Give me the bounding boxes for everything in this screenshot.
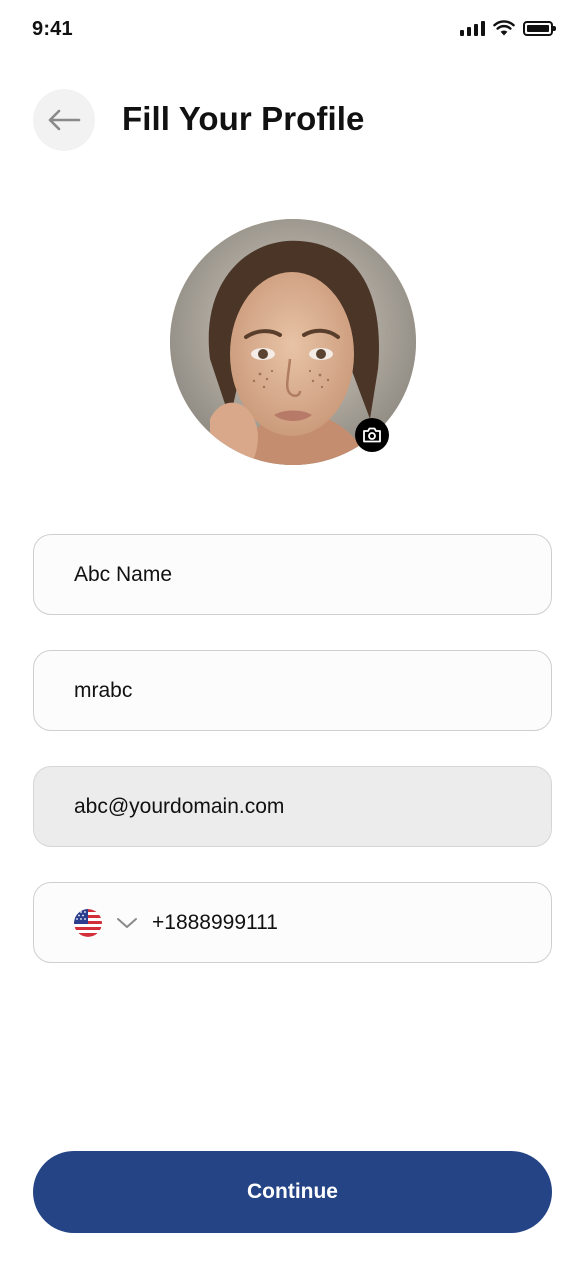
username-value: mrabc: [74, 678, 133, 702]
wifi-icon: [493, 20, 515, 36]
back-button[interactable]: [33, 89, 95, 151]
username-field[interactable]: mrabc: [33, 650, 552, 731]
arrow-left-icon: [48, 109, 81, 131]
battery-icon: [523, 20, 556, 36]
camera-icon: [363, 427, 381, 443]
us-flag-icon[interactable]: [74, 908, 102, 937]
continue-label: Continue: [247, 1180, 338, 1203]
signal-icon: [460, 20, 485, 36]
full-name-field[interactable]: Abc Name: [33, 534, 552, 615]
continue-button[interactable]: Continue: [33, 1151, 552, 1233]
phone-value: +1888999111: [152, 910, 278, 934]
status-bar: 9:41: [0, 0, 585, 60]
full-name-value: Abc Name: [74, 562, 173, 586]
page-title: Fill Your Profile: [122, 100, 365, 137]
change-photo-button[interactable]: [355, 418, 389, 452]
status-icons: [460, 20, 556, 36]
phone-field[interactable]: +1888999111: [33, 882, 552, 963]
email-value: abc@yourdomain.com: [74, 794, 285, 818]
chevron-down-icon[interactable]: [116, 916, 138, 930]
status-time: 9:41: [32, 18, 73, 40]
email-field: abc@yourdomain.com: [33, 766, 552, 847]
